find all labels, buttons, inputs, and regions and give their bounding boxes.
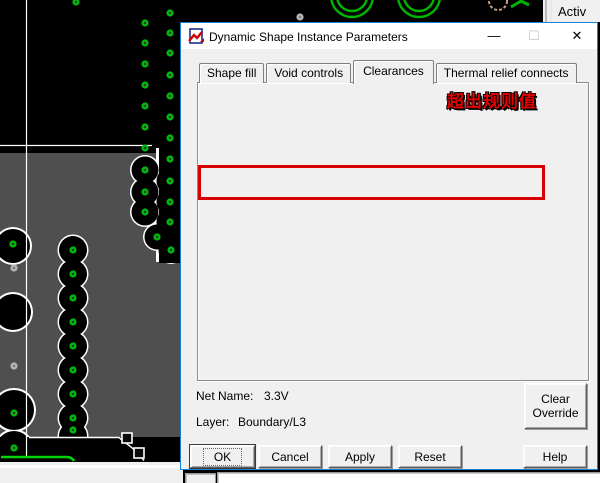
clear-override-button[interactable]: Clear Override <box>524 383 587 429</box>
minimize-button[interactable]: — <box>481 26 507 45</box>
clear-override-label: Clear Override <box>527 392 584 420</box>
reset-button[interactable]: Reset <box>398 445 462 468</box>
dynamic-shape-dialog: Dynamic Shape Instance Parameters — ☐ ✕ … <box>180 22 598 470</box>
screen: Activ Dynamic Shape Instance Parameters … <box>0 0 600 483</box>
dialog-title: Dynamic Shape Instance Parameters <box>209 30 408 44</box>
ok-button[interactable]: OK <box>190 445 255 468</box>
cancel-button[interactable]: Cancel <box>258 445 322 468</box>
layer-value: Boundary/L3 <box>238 415 306 429</box>
cancel-label: Cancel <box>271 450 308 464</box>
active-panel-label: Activ <box>558 4 587 19</box>
apply-label: Apply <box>345 450 375 464</box>
tab-shape-fill[interactable]: Shape fill <box>199 63 264 83</box>
tab-clearances[interactable]: Clearances <box>353 60 434 84</box>
clearances-tab-panel <box>197 82 589 381</box>
dialog-titlebar[interactable]: Dynamic Shape Instance Parameters — ☐ ✕ <box>181 23 597 49</box>
command-input-strip[interactable] <box>217 472 600 483</box>
maximize-button[interactable]: ☐ <box>521 26 547 45</box>
ok-label: OK <box>203 448 242 466</box>
tab-thermal-relief[interactable]: Thermal relief connects <box>436 63 577 83</box>
net-name-value: 3.3V <box>264 389 289 403</box>
layer-label: Layer: <box>196 415 229 429</box>
status-cell <box>185 473 216 483</box>
net-name-label: Net Name: <box>196 389 253 403</box>
help-label: Help <box>543 450 568 464</box>
close-button[interactable]: ✕ <box>564 26 590 45</box>
help-button[interactable]: Help <box>523 445 587 468</box>
tab-void-controls[interactable]: Void controls <box>266 63 351 83</box>
reset-label: Reset <box>414 450 445 464</box>
dialog-icon <box>188 28 205 45</box>
tab-bar: Shape fill Void controls Clearances Ther… <box>199 60 579 83</box>
chinese-annotation: 超出规则值 <box>406 87 578 112</box>
active-panel: Activ <box>543 0 600 22</box>
apply-button[interactable]: Apply <box>328 445 392 468</box>
